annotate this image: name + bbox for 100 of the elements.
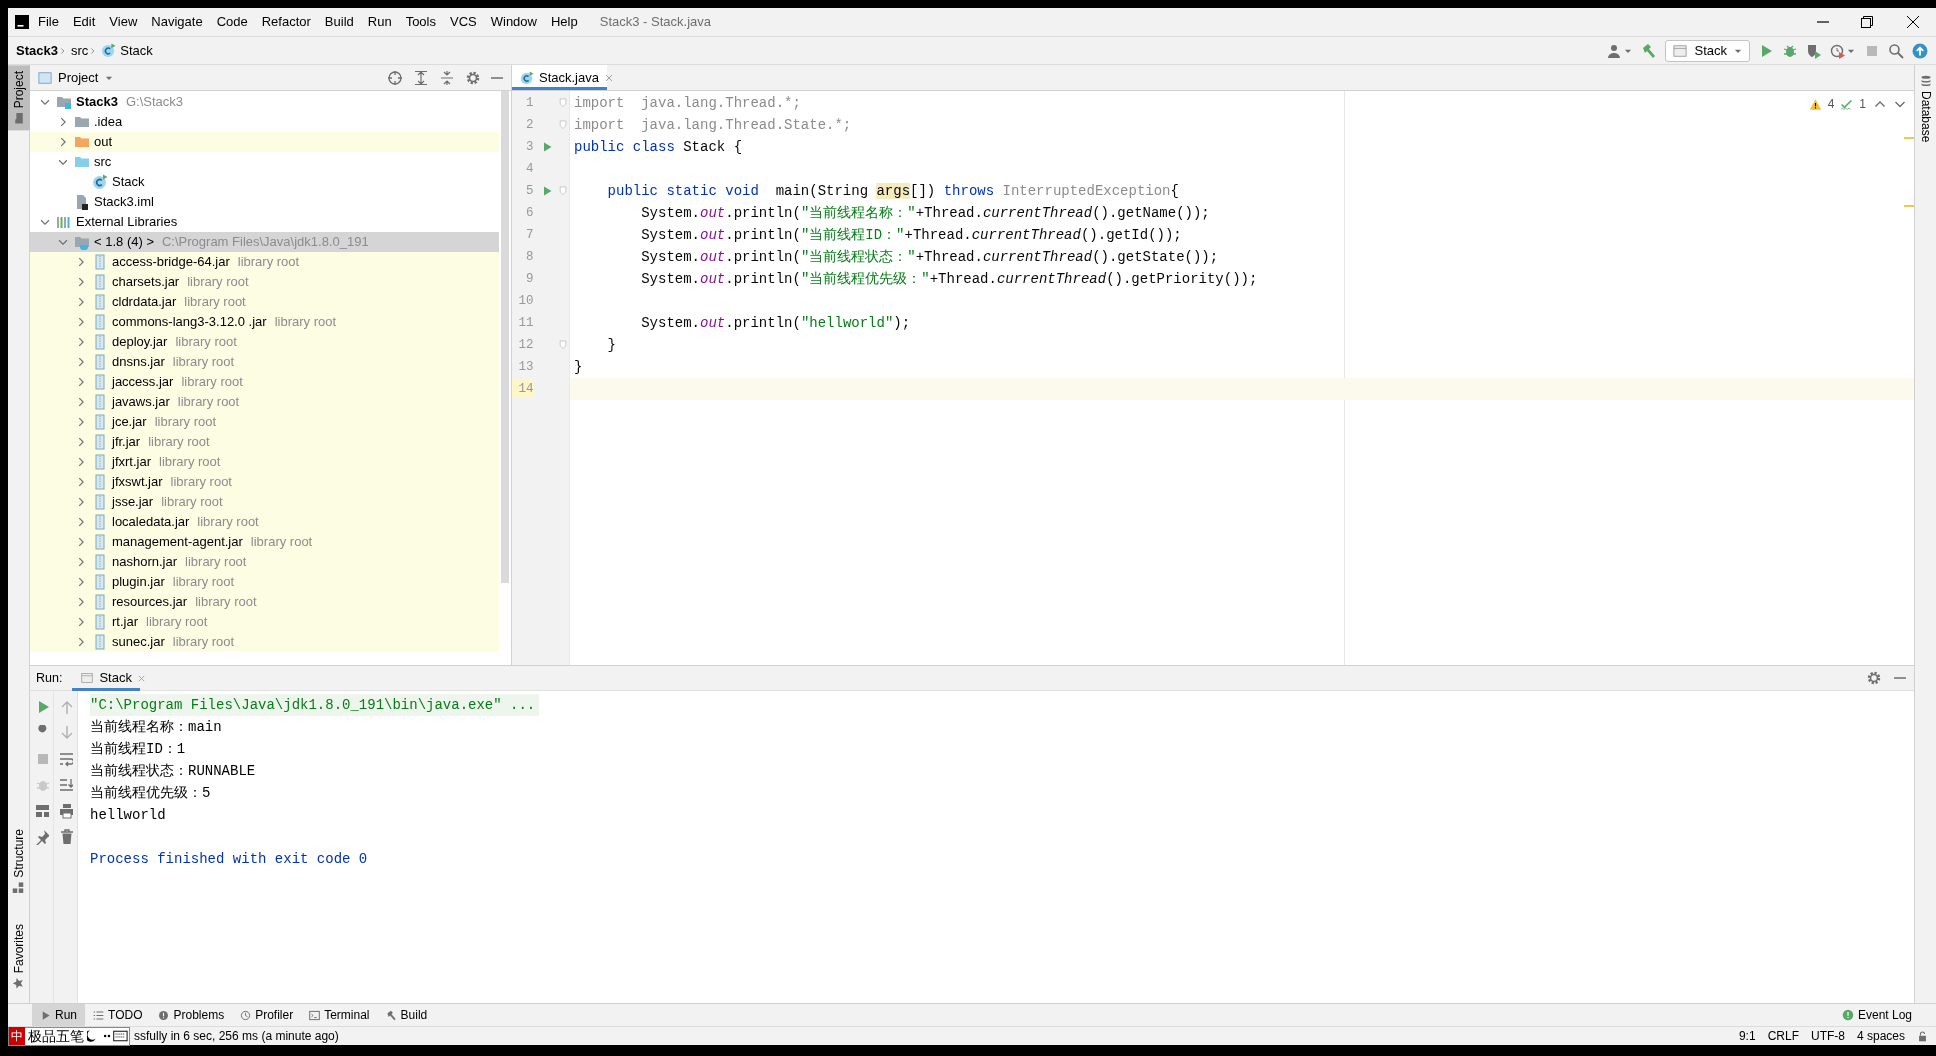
breadcrumb-item[interactable]: Stack3	[16, 40, 58, 61]
tool-window-button[interactable]: Run	[32, 1003, 85, 1027]
soft-wrap-button[interactable]	[58, 751, 73, 767]
tree-item[interactable]: Stack	[30, 172, 499, 192]
profile-button[interactable]	[1830, 42, 1856, 59]
tree-item[interactable]: commons-lang3-3.12.0 .jar library root	[30, 312, 499, 332]
fold-marker-icon[interactable]	[558, 340, 569, 350]
scroll-to-end-button[interactable]	[58, 777, 73, 793]
ime-toolbar[interactable]: 中 极品五笔	[8, 1026, 130, 1046]
tree-item[interactable]: jfxrt.jar library root	[30, 452, 499, 472]
tree-item[interactable]: charsets.jar library root	[30, 272, 499, 292]
menu-item[interactable]: View	[103, 12, 144, 32]
side-tab[interactable]: Project	[8, 65, 30, 131]
menu-item[interactable]: Refactor	[255, 12, 317, 32]
coverage-button[interactable]	[1806, 42, 1822, 59]
menu-item[interactable]: Window	[484, 12, 543, 32]
tree-item[interactable]: nashorn.jar library root	[30, 552, 499, 572]
update-button[interactable]	[1912, 42, 1928, 59]
tree-item[interactable]: rt.jar library root	[30, 612, 499, 632]
scrollbar-thumb[interactable]	[501, 91, 509, 583]
event-log-button[interactable]: Event Log	[1833, 1003, 1920, 1027]
tree-item[interactable]: cldrdata.jar library root	[30, 292, 499, 312]
tree-item[interactable]: External Libraries	[30, 212, 499, 232]
ime-mode[interactable]: 中	[9, 1027, 25, 1045]
menu-item[interactable]: Tools	[399, 12, 442, 32]
print-button[interactable]	[58, 803, 73, 819]
folder-icon	[74, 134, 90, 150]
tool-window-button[interactable]: Build	[377, 1003, 436, 1027]
line-separator[interactable]: CRLF	[1767, 1027, 1799, 1045]
tree-item[interactable]: src	[30, 152, 499, 172]
tool-window-button[interactable]: Problems	[150, 1003, 233, 1027]
file-encoding[interactable]: UTF-8	[1810, 1027, 1845, 1045]
menu-item[interactable]: VCS	[444, 12, 483, 32]
tree-item[interactable]: out	[30, 132, 499, 152]
menu-item[interactable]: Help	[544, 12, 584, 32]
locate-button[interactable]	[387, 69, 403, 86]
tree-item[interactable]: jce.jar library root	[30, 412, 499, 432]
project-view-dropdown[interactable]: Project	[38, 67, 115, 88]
code-line: }	[574, 357, 583, 377]
tree-item[interactable]: dnsns.jar library root	[30, 352, 499, 372]
tree-item[interactable]: < 1.8 (4) > C:\Program Files\Java\jdk1.8.0_191	[30, 232, 499, 252]
breadcrumb-item[interactable]: src	[70, 40, 89, 61]
menu-item[interactable]: Build	[318, 12, 360, 32]
tree-item[interactable]: sunec.jar library root	[30, 632, 499, 652]
tree-item[interactable]: plugin.jar library root	[30, 572, 499, 592]
tree-item[interactable]: jfr.jar library root	[30, 432, 499, 452]
tree-item[interactable]: Stack3 G:\Stack3	[30, 92, 499, 112]
run-gutter-icon[interactable]	[541, 185, 554, 197]
fold-marker-icon[interactable]	[558, 98, 569, 108]
run-gutter-icon[interactable]	[541, 141, 554, 153]
jar-icon	[92, 454, 108, 470]
tree-item[interactable]: jfxswt.jar library root	[30, 472, 499, 492]
layout-button[interactable]	[34, 803, 49, 819]
side-tab[interactable]: Structure	[8, 822, 29, 900]
menu-item[interactable]: Run	[361, 12, 398, 32]
menu-item[interactable]: Code	[210, 12, 254, 32]
settings-button[interactable]	[465, 69, 481, 86]
tree-hint: library root	[195, 593, 257, 612]
tree-item[interactable]: javaws.jar library root	[30, 392, 499, 412]
tree-hint: library root	[146, 613, 208, 632]
minimize-panel-button[interactable]	[491, 76, 503, 79]
class-icon	[520, 70, 534, 85]
tree-item[interactable]: management-agent.jar library root	[30, 532, 499, 552]
tree-item[interactable]: Stack3.iml	[30, 192, 499, 212]
tree-label: Stack3	[76, 93, 118, 112]
collapse-all-button[interactable]	[439, 69, 455, 86]
editor-tab[interactable]: Stack.java	[512, 65, 607, 90]
search-button[interactable]	[1888, 42, 1904, 59]
fold-marker-icon[interactable]	[558, 186, 569, 196]
expand-all-button[interactable]	[413, 69, 429, 86]
settings-button[interactable]	[1866, 670, 1882, 686]
breadcrumb-item[interactable]: Stack	[120, 40, 153, 61]
tool-window-button[interactable]: Terminal	[301, 1003, 378, 1027]
tool-window-button[interactable]: TODO	[85, 1003, 151, 1027]
run-config-dropdown[interactable]: Stack	[1665, 39, 1750, 62]
side-tab[interactable]: Database	[1914, 71, 1936, 147]
tree-item[interactable]: deploy.jar library root	[30, 332, 499, 352]
tree-label: javaws.jar	[112, 393, 170, 412]
menu-item[interactable]: File	[32, 12, 65, 32]
run-tab[interactable]: Stack	[72, 665, 140, 691]
tree-item[interactable]: resources.jar library root	[30, 592, 499, 612]
clear-button[interactable]	[58, 829, 73, 845]
lock-icon[interactable]	[1917, 1030, 1928, 1042]
line-number: 9	[525, 270, 534, 288]
tree-item[interactable]: jaccess.jar library root	[30, 372, 499, 392]
fold-marker-icon[interactable]	[558, 120, 569, 130]
tree-item[interactable]: localedata.jar library root	[30, 512, 499, 532]
tree-label: jfxrt.jar	[112, 453, 151, 472]
pin-button[interactable]	[34, 829, 49, 845]
cursor-position[interactable]: 9:1	[1738, 1027, 1756, 1045]
tool-window-button[interactable]: Profiler	[232, 1003, 302, 1027]
indent-setting[interactable]: 4 spaces	[1856, 1027, 1905, 1045]
build-button[interactable]	[1641, 42, 1658, 59]
tree-item[interactable]: jsse.jar library root	[30, 492, 499, 512]
tree-item[interactable]: .idea	[30, 112, 499, 132]
menu-item[interactable]: Edit	[66, 12, 102, 32]
tree-item[interactable]: access-bridge-64.jar library root	[30, 252, 499, 272]
menu-item[interactable]: Navigate	[145, 12, 209, 32]
side-tab[interactable]: Favorites	[8, 917, 29, 995]
line-number: 10	[517, 292, 534, 310]
